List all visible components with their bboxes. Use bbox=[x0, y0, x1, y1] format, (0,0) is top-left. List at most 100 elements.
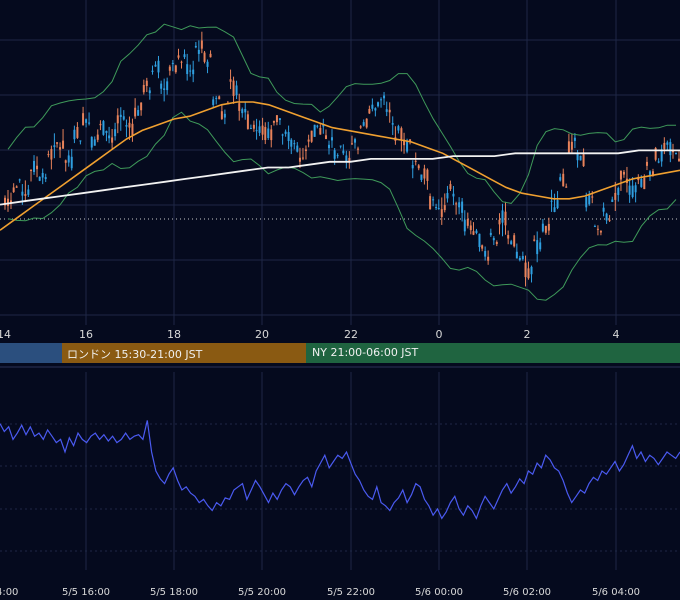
candle-body bbox=[212, 99, 215, 105]
candle-body bbox=[270, 129, 273, 141]
candle-body bbox=[475, 230, 478, 234]
x-tick-label: 4 bbox=[613, 328, 620, 341]
x-tick-label: 2 bbox=[524, 328, 531, 341]
candle-body bbox=[544, 225, 547, 233]
bollinger-upper bbox=[7, 23, 676, 204]
candle-body bbox=[310, 130, 313, 142]
candle-body bbox=[377, 102, 380, 107]
candle-body bbox=[220, 111, 223, 119]
candle-body bbox=[388, 109, 391, 113]
candle-body bbox=[264, 127, 267, 141]
candle-body bbox=[67, 155, 70, 163]
candle-body bbox=[194, 45, 197, 48]
candle-body bbox=[90, 136, 93, 148]
candle-body bbox=[582, 154, 585, 167]
candle-body bbox=[102, 121, 105, 135]
candle-body bbox=[336, 155, 339, 157]
candle-body bbox=[675, 153, 677, 155]
candle-body bbox=[619, 170, 622, 180]
rsi-line bbox=[0, 420, 680, 520]
candle-body bbox=[400, 128, 403, 140]
candle-body bbox=[30, 170, 33, 172]
candle-body bbox=[466, 218, 469, 226]
candle-body bbox=[140, 102, 143, 111]
candle-body bbox=[498, 219, 501, 225]
candle-body bbox=[197, 49, 200, 54]
candle-body bbox=[547, 223, 550, 231]
candle-body bbox=[640, 178, 643, 187]
candle-body bbox=[510, 241, 513, 245]
candle-body bbox=[643, 177, 646, 190]
candle-body bbox=[489, 232, 492, 236]
candle-body bbox=[573, 137, 576, 141]
candle-body bbox=[114, 129, 117, 137]
candle-body bbox=[82, 113, 85, 126]
candle-body bbox=[70, 156, 73, 169]
candle-body bbox=[469, 225, 472, 231]
candle-body bbox=[33, 160, 36, 172]
candle-body bbox=[492, 238, 495, 241]
candle-body bbox=[137, 110, 140, 116]
candle-body bbox=[151, 70, 154, 72]
candle-body bbox=[411, 165, 414, 169]
candle-body bbox=[301, 157, 304, 159]
candle-body bbox=[495, 242, 498, 244]
candle-body bbox=[576, 153, 579, 161]
candle-body bbox=[209, 53, 212, 58]
candle-body bbox=[371, 104, 374, 109]
candle-body bbox=[333, 150, 336, 159]
candle-body bbox=[7, 198, 9, 207]
candle-body bbox=[261, 125, 264, 135]
candle-body bbox=[246, 114, 249, 129]
candle-body bbox=[634, 185, 637, 193]
rsi-x-tick-label: 5/5 16:00 bbox=[62, 587, 110, 598]
candle-body bbox=[472, 231, 475, 235]
x-tick-label: 14 bbox=[0, 328, 11, 341]
candle-body bbox=[530, 266, 533, 275]
candle-body bbox=[565, 186, 568, 188]
candle-body bbox=[593, 226, 596, 228]
candle-body bbox=[18, 179, 21, 181]
candle-body bbox=[252, 124, 255, 129]
candle-body bbox=[507, 235, 510, 239]
candle-body bbox=[192, 69, 195, 75]
candle-body bbox=[423, 168, 426, 179]
candle-body bbox=[307, 139, 310, 142]
candle-body bbox=[657, 161, 660, 163]
candle-body bbox=[527, 268, 530, 279]
candle-body bbox=[611, 199, 614, 202]
candle-body bbox=[628, 185, 631, 195]
candle-body bbox=[241, 109, 244, 114]
candle-body bbox=[12, 187, 15, 192]
candle-body bbox=[414, 160, 417, 162]
candle-body bbox=[660, 150, 663, 162]
candle-body bbox=[174, 65, 177, 73]
candle-body bbox=[533, 239, 536, 241]
candle-body bbox=[154, 64, 157, 67]
candle-body bbox=[99, 123, 102, 126]
candle-body bbox=[513, 235, 516, 247]
candle-body bbox=[518, 257, 521, 261]
candle-body bbox=[437, 208, 440, 210]
candle-body bbox=[278, 118, 281, 121]
candle-body bbox=[128, 122, 131, 128]
rsi-x-tick-label: 5/6 04:00 bbox=[592, 587, 640, 598]
candle-body bbox=[15, 186, 18, 188]
candle-body bbox=[186, 64, 189, 75]
candle-body bbox=[614, 192, 617, 200]
candle-body bbox=[443, 205, 446, 211]
candle-body bbox=[183, 54, 186, 58]
candle-body bbox=[478, 233, 481, 248]
x-tick-label: 0 bbox=[436, 328, 443, 341]
candle-body bbox=[293, 143, 296, 145]
candle-body bbox=[316, 125, 319, 127]
candle-body bbox=[298, 157, 301, 162]
candle-body bbox=[608, 219, 611, 221]
candle-body bbox=[148, 90, 151, 94]
candle-body bbox=[481, 245, 484, 249]
candle-body bbox=[235, 85, 238, 96]
candle-body bbox=[663, 142, 666, 149]
chart-root: 14 16 18 20 22 0 2 4 14:00 5/5 16:00 5/5 18:00 5/5 … bbox=[0, 0, 680, 600]
candle-body bbox=[452, 193, 455, 197]
candle-body bbox=[385, 109, 388, 112]
